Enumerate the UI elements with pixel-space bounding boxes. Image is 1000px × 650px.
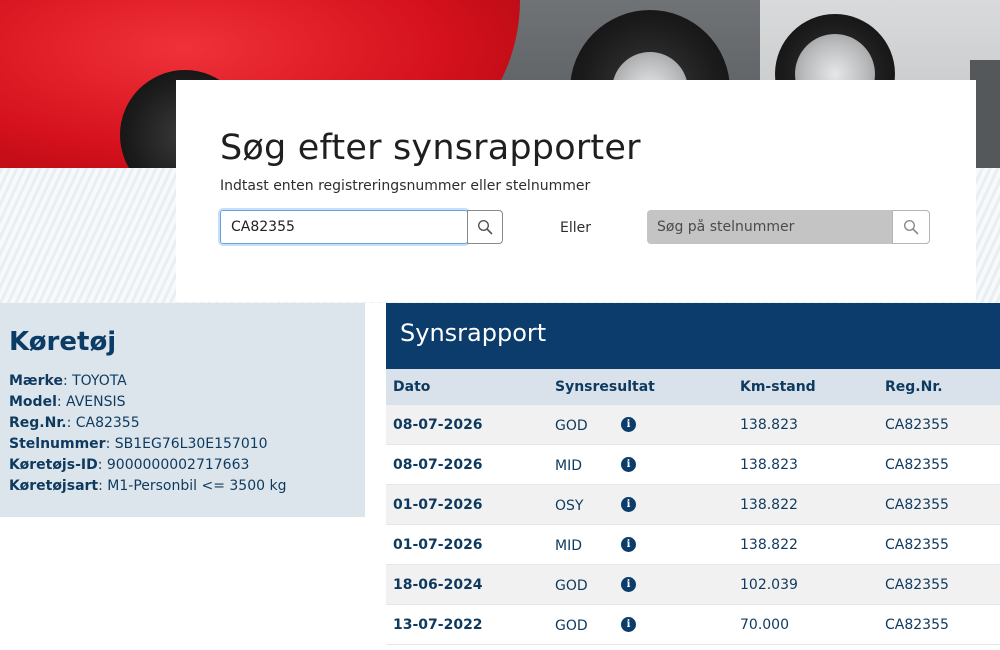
report-table: Synsrapport Dato Synsresultat Km-stand R… — [386, 303, 1000, 650]
table-row[interactable]: 08-07-2026 MID i 138.823 CA82355 — [386, 445, 1000, 485]
info-icon[interactable]: i — [621, 577, 636, 592]
search-card: Søg efter synsrapporter Indtast enten re… — [176, 80, 976, 302]
table-row[interactable]: 13-07-2022 GOD i 70.000 CA82355 — [386, 605, 1000, 645]
cell-reg: CA82355 — [885, 496, 949, 513]
vehicle-field-reg: Reg.Nr.: CA82355 — [9, 415, 140, 431]
vin-search-input[interactable] — [647, 210, 893, 244]
report-title: Synsrapport — [386, 303, 1000, 369]
vehicle-field-value: 9000000002717663 — [106, 457, 250, 473]
cell-result: GOD i — [555, 615, 740, 634]
result-text: GOD — [555, 418, 588, 434]
vehicle-field-value: M1-Personbil <= 3500 kg — [107, 478, 287, 494]
cell-date: 01-07-2026 — [393, 536, 483, 553]
vehicle-field-key: Mærke — [9, 373, 63, 389]
info-icon[interactable]: i — [621, 417, 636, 432]
vehicle-panel: Køretøj Mærke: TOYOTA Model: AVENSIS Reg… — [0, 303, 365, 517]
vehicle-field-key: Køretøjsart — [9, 478, 99, 494]
cell-reg: CA82355 — [885, 416, 949, 433]
table-row[interactable]: 08-07-2026 GOD i 138.823 CA82355 — [386, 405, 1000, 445]
table-row[interactable]: 01-07-2026 OSY i 138.822 CA82355 — [386, 485, 1000, 525]
registration-number-input[interactable] — [218, 208, 470, 246]
column-header-result: Synsresultat — [555, 379, 655, 395]
or-label: Eller — [560, 220, 591, 236]
column-header-km: Km-stand — [740, 379, 816, 395]
cell-date: 08-07-2026 — [393, 456, 483, 473]
vehicle-field-vin: Stelnummer: SB1EG76L30E157010 — [9, 436, 268, 452]
search-instructions: Indtast enten registreringsnummer eller … — [220, 178, 591, 194]
vehicle-field-key: Køretøjs-ID — [9, 457, 98, 473]
cell-km: 138.822 — [740, 496, 798, 513]
result-text: MID — [555, 458, 582, 474]
cell-km: 138.823 — [740, 416, 798, 433]
vehicle-field-value: CA82355 — [75, 415, 140, 431]
info-icon[interactable]: i — [621, 497, 636, 512]
cell-date: 18-06-2024 — [393, 576, 483, 593]
table-row[interactable]: 01-07-2026 MID i 138.822 CA82355 — [386, 525, 1000, 565]
info-icon[interactable]: i — [621, 457, 636, 472]
column-header-date: Dato — [393, 379, 431, 395]
vehicle-field-value: TOYOTA — [72, 373, 127, 389]
cell-km: 102.039 — [740, 576, 798, 593]
vehicle-field-make: Mærke: TOYOTA — [9, 373, 127, 389]
cell-reg: CA82355 — [885, 536, 949, 553]
result-text: OSY — [555, 498, 584, 514]
vin-search-button[interactable] — [892, 210, 930, 244]
cell-result: OSY i — [555, 495, 740, 514]
cell-date: 08-07-2026 — [393, 416, 483, 433]
cell-date: 01-07-2026 — [393, 496, 483, 513]
result-text: GOD — [555, 618, 588, 634]
cell-km: 138.822 — [740, 536, 798, 553]
vehicle-field-key: Model — [9, 394, 57, 410]
table-header: Dato Synsresultat Km-stand Reg.Nr. — [386, 369, 1000, 405]
vehicle-field-value: SB1EG76L30E157010 — [114, 436, 268, 452]
cell-result: MID i — [555, 535, 740, 554]
cell-km: 70.000 — [740, 616, 789, 633]
cell-result: MID i — [555, 455, 740, 474]
column-header-reg: Reg.Nr. — [885, 379, 943, 395]
search-icon — [903, 219, 919, 235]
vehicle-field-model: Model: AVENSIS — [9, 394, 126, 410]
cell-km: 138.823 — [740, 456, 798, 473]
vehicle-field-key: Reg.Nr. — [9, 415, 67, 431]
vehicle-field-key: Stelnummer — [9, 436, 106, 452]
cell-result: GOD i — [555, 415, 740, 434]
table-row[interactable]: 18-06-2024 GOD i 102.039 CA82355 — [386, 565, 1000, 605]
cell-reg: CA82355 — [885, 616, 949, 633]
vehicle-field-type: Køretøjsart: M1-Personbil <= 3500 kg — [9, 478, 287, 494]
result-text: GOD — [555, 578, 588, 594]
registration-search-button[interactable] — [467, 210, 503, 244]
cell-reg: CA82355 — [885, 576, 949, 593]
result-text: MID — [555, 538, 582, 554]
info-icon[interactable]: i — [621, 537, 636, 552]
info-icon[interactable]: i — [621, 617, 636, 632]
cell-reg: CA82355 — [885, 456, 949, 473]
cell-result: GOD i — [555, 575, 740, 594]
vehicle-field-value: AVENSIS — [66, 394, 126, 410]
cell-date: 13-07-2022 — [393, 616, 483, 633]
vehicle-title: Køretøj — [9, 327, 117, 357]
search-icon — [477, 219, 493, 235]
vehicle-field-id: Køretøjs-ID: 9000000002717663 — [9, 457, 250, 473]
page-title: Søg efter synsrapporter — [220, 128, 641, 168]
